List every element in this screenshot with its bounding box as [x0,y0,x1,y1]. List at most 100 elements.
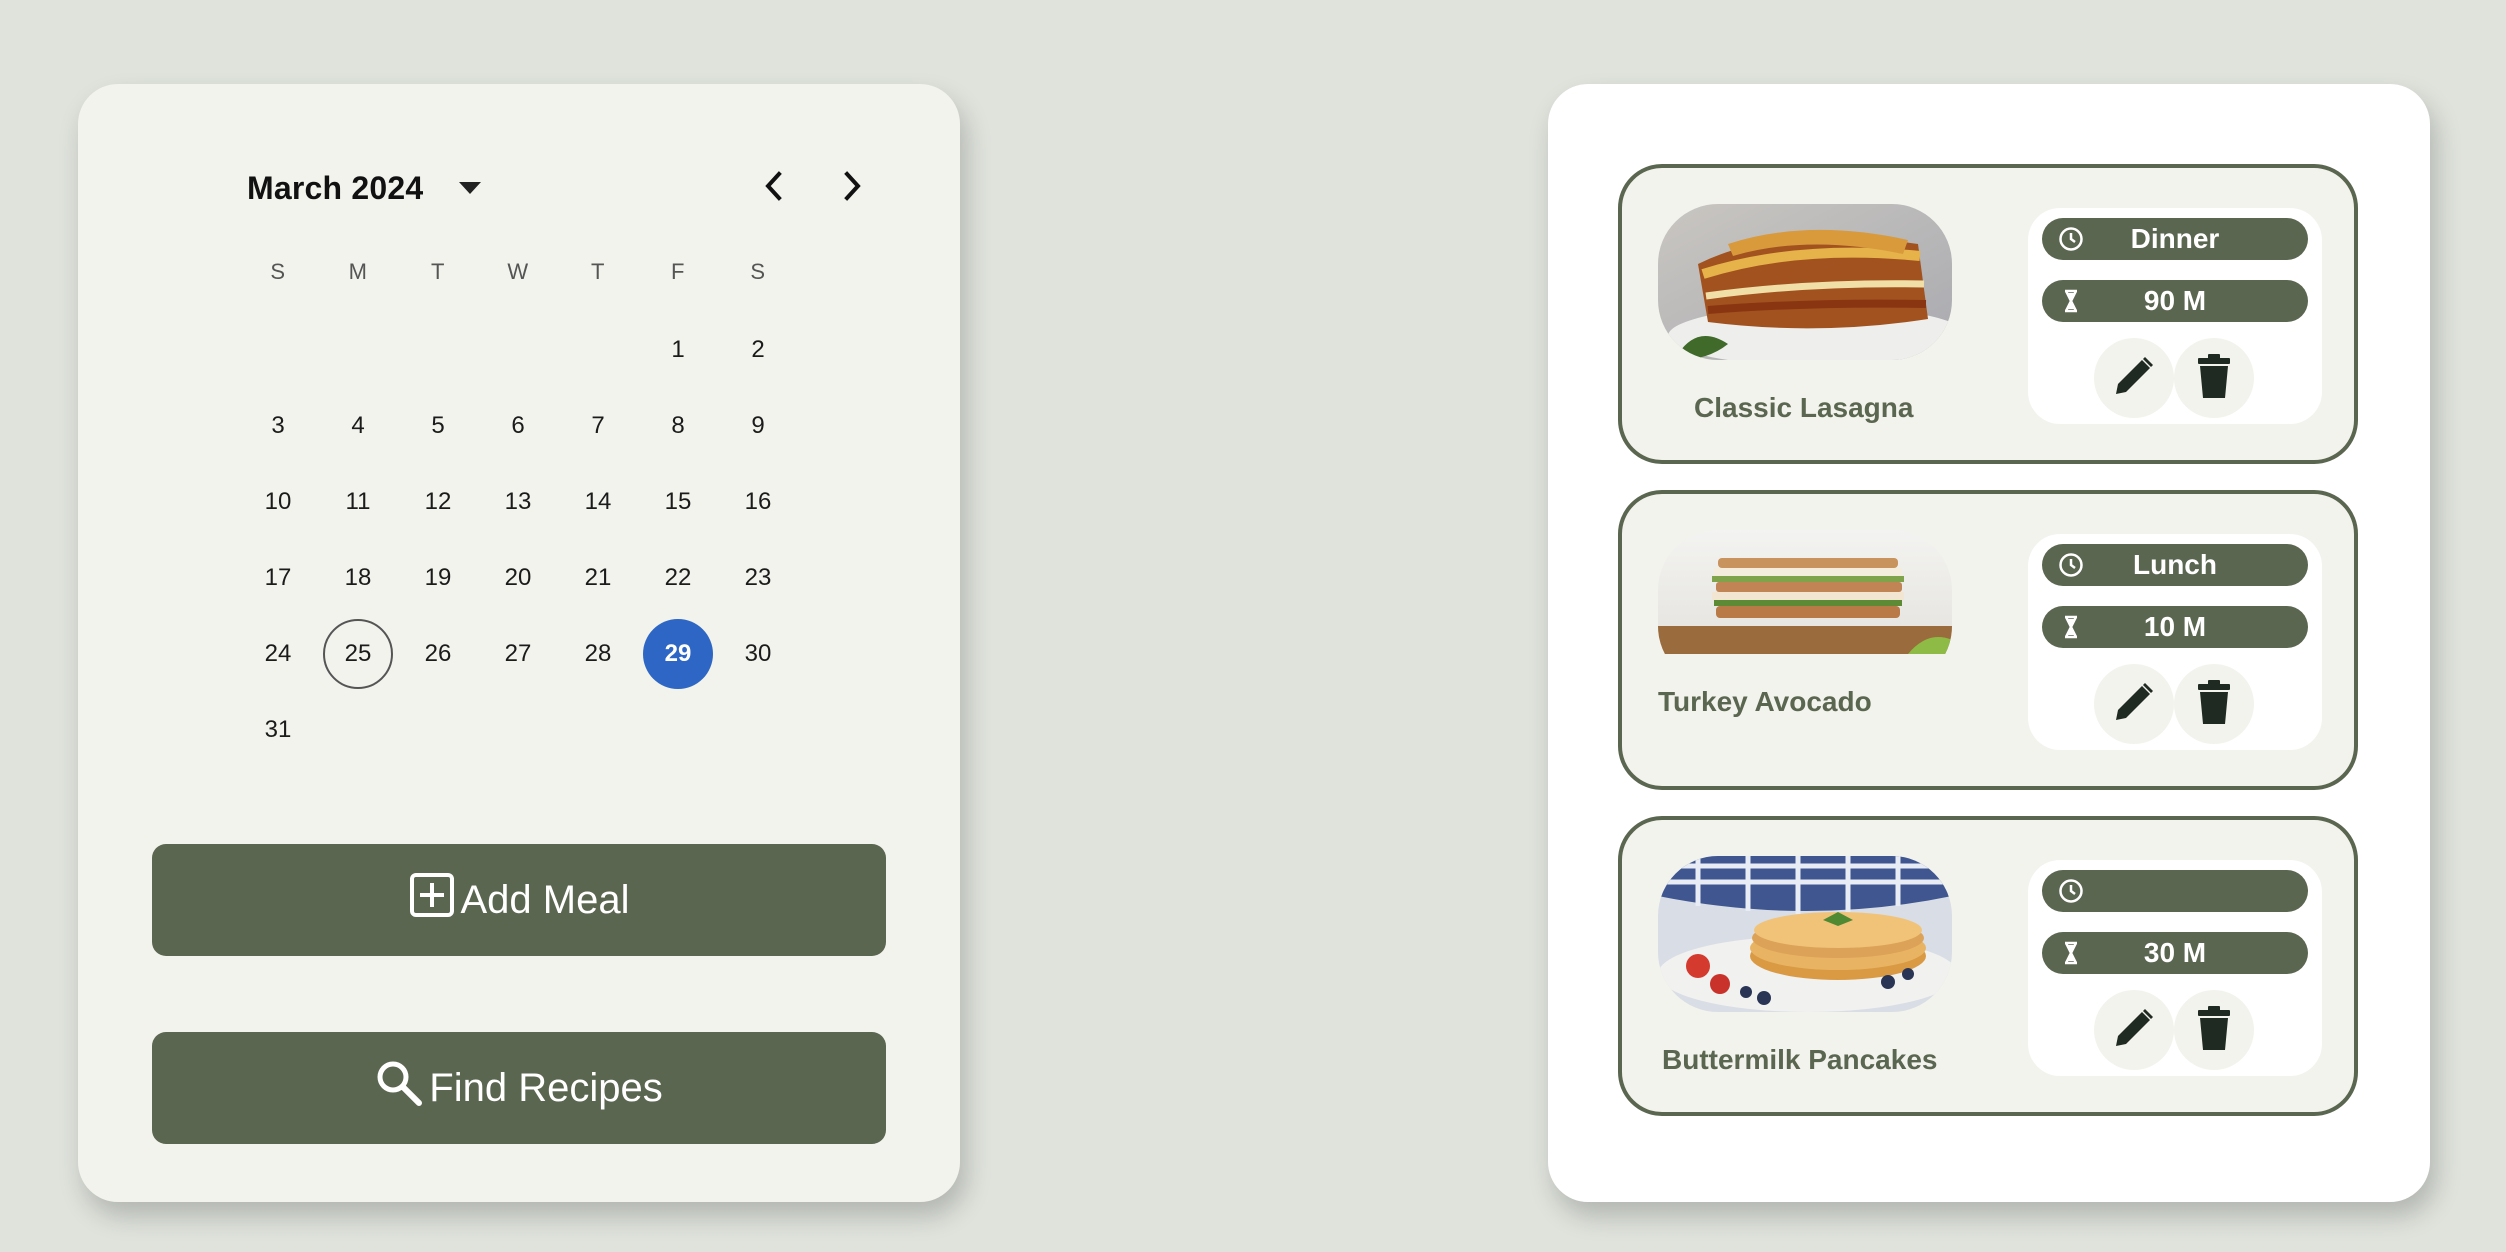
delete-meal-button[interactable] [2174,990,2254,1070]
meal-name: Classic Lasagna [1694,392,1914,423]
month-selector[interactable]: March 2024 [247,160,482,216]
find-recipes-label: Find Recipes [429,1065,663,1110]
day-number[interactable]: 26 [403,619,473,689]
calendar-day: 22 [638,540,718,616]
day-number[interactable]: 16 [723,467,793,537]
today-day[interactable]: 25 [323,619,393,689]
day-number[interactable]: 5 [403,391,473,461]
day-number[interactable]: 24 [243,619,313,689]
day-number[interactable]: 11 [323,467,393,537]
day-number[interactable]: 27 [483,619,553,689]
day-number[interactable]: 1 [643,315,713,385]
meal-info-panel: Lunch 10 M [2028,534,2322,750]
day-number[interactable]: 19 [403,543,473,613]
add-meal-button[interactable]: Add Meal [152,844,886,956]
weekday-label: T [591,259,605,284]
day-number[interactable]: 30 [723,619,793,689]
delete-meal-button[interactable] [2174,664,2254,744]
calendar-day: 21 [558,540,638,616]
clock-icon [2058,226,2084,259]
weekday-label: F [671,259,685,284]
trash-icon [2194,1004,2234,1057]
calendar-day: 29 [638,616,718,692]
edit-meal-button[interactable] [2094,664,2174,744]
month-label: March 2024 [247,169,424,206]
calendar-day: 12 [398,464,478,540]
day-number[interactable]: 12 [403,467,473,537]
duration-label: 10 M [2143,611,2207,642]
duration-badge: 10 M [2042,606,2308,648]
day-number[interactable]: 28 [563,619,633,689]
previous-month-button[interactable] [745,160,801,216]
calendar-day: 15 [638,464,718,540]
meal-name: Buttermilk Pancakes [1662,1044,1938,1075]
calendar-day: 18 [318,540,398,616]
calendar-day: 24 [238,616,318,692]
calendar-day: 17 [238,540,318,616]
day-number[interactable]: 17 [243,543,313,613]
edit-meal-button[interactable] [2094,338,2174,418]
pancakes-photo [1658,856,1952,1012]
calendar-day-empty [558,312,638,388]
edit-meal-button[interactable] [2094,990,2174,1070]
calendar-day: 13 [478,464,558,540]
duration-badge: 30 M [2042,932,2308,974]
day-number[interactable]: 3 [243,391,313,461]
sandwich-photo [1658,530,1952,686]
calendar-day: 10 [238,464,318,540]
search-icon [375,1059,429,1117]
days-grid: 1 2 3 4 5 6 7 8 9 10 11 12 13 14 15 16 17 18 19 20 21 22 23 24 2… [238,312,798,768]
calendar-day-empty [238,312,318,388]
calendar-day-empty [398,312,478,388]
calendar-day: 6 [478,388,558,464]
chevron-right-icon [843,170,863,206]
calendar-day: 8 [638,388,718,464]
meal-name: Turkey Avocado [1658,686,1872,717]
calendar-day: 23 [718,540,798,616]
meals-panel: Classic Lasagna Dinner 90 M Turkey Avoca… [1548,84,2430,1202]
meal-card[interactable]: Turkey Avocado Lunch 10 M [1618,490,2358,790]
add-box-icon [409,872,461,928]
day-number[interactable]: 14 [563,467,633,537]
meal-info-panel: Dinner 90 M [2028,208,2322,424]
meal-card[interactable]: Classic Lasagna Dinner 90 M [1618,164,2358,464]
selected-day[interactable]: 29 [643,619,713,689]
calendar-day: 4 [318,388,398,464]
next-month-button[interactable] [825,160,881,216]
add-meal-label: Add Meal [460,877,630,922]
clock-icon [2058,878,2084,911]
day-number[interactable]: 4 [323,391,393,461]
duration-label: 30 M [2143,937,2207,968]
day-number[interactable]: 9 [723,391,793,461]
calendar-day: 19 [398,540,478,616]
day-number[interactable]: 21 [563,543,633,613]
calendar-day: 11 [318,464,398,540]
meal-card[interactable]: Buttermilk Pancakes 30 M [1618,816,2358,1116]
meal-type-label: Lunch [2133,549,2217,580]
hourglass-icon [2058,614,2084,647]
calendar-day: 7 [558,388,638,464]
day-number[interactable]: 6 [483,391,553,461]
duration-label: 90 M [2143,285,2207,316]
weekday-header: S M T W T F S [238,244,798,300]
calendar-day: 14 [558,464,638,540]
day-number[interactable]: 20 [483,543,553,613]
day-number[interactable]: 31 [243,695,313,765]
day-number[interactable]: 13 [483,467,553,537]
find-recipes-button[interactable]: Find Recipes [152,1032,886,1144]
day-number[interactable]: 15 [643,467,713,537]
caret-down-icon [459,182,482,194]
weekday-label: T [431,259,445,284]
meal-type-badge [2042,870,2308,912]
calendar-day: 20 [478,540,558,616]
day-number[interactable]: 23 [723,543,793,613]
day-number[interactable]: 2 [723,315,793,385]
day-number[interactable]: 7 [563,391,633,461]
weekday-label: S [750,259,766,284]
day-number[interactable]: 22 [643,543,713,613]
delete-meal-button[interactable] [2174,338,2254,418]
trash-icon [2194,352,2234,405]
day-number[interactable]: 10 [243,467,313,537]
day-number[interactable]: 8 [643,391,713,461]
day-number[interactable]: 18 [323,543,393,613]
